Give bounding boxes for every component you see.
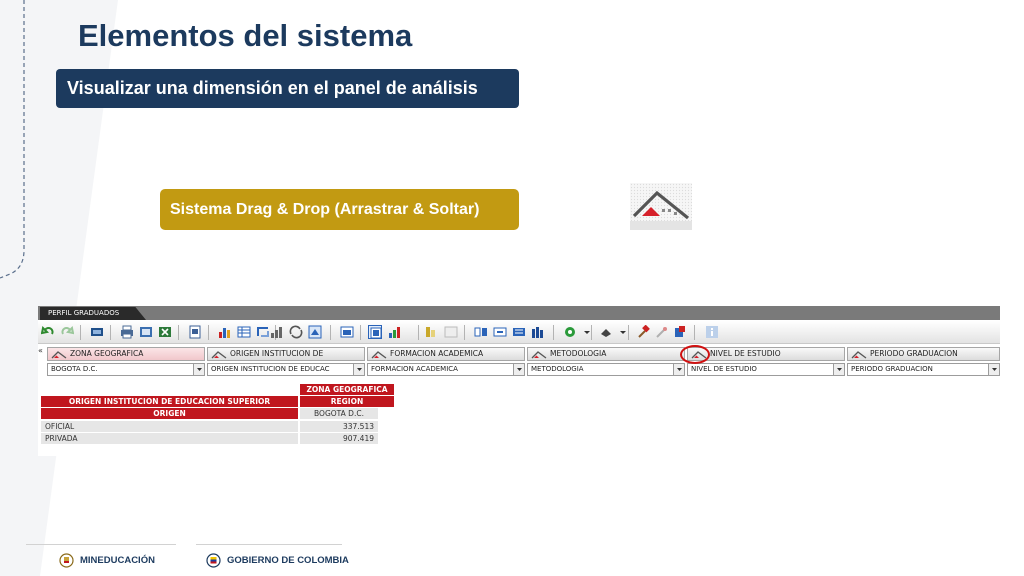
tag-icon[interactable] xyxy=(512,325,526,339)
chevron-down-icon[interactable] xyxy=(988,364,999,375)
select-value: PERIODO GRADUACION xyxy=(851,365,933,373)
info-icon[interactable] xyxy=(705,325,719,339)
chevron-down-icon[interactable] xyxy=(580,325,590,339)
chevron-down-icon[interactable] xyxy=(193,364,204,375)
drag-handle-icon[interactable] xyxy=(851,350,867,359)
dimension-header-label: ORIGEN INSTITUCION DE xyxy=(230,349,324,358)
drag-handle-icon xyxy=(630,183,692,230)
swap-axes-icon[interactable] xyxy=(256,325,270,339)
chevron-down-icon[interactable] xyxy=(616,325,626,339)
colombia-seal-icon xyxy=(59,552,74,568)
subtitle-banner: Visualizar una dimensión en el panel de … xyxy=(56,69,519,108)
select-value: METODOLOGIA xyxy=(531,365,584,373)
pin-icon[interactable] xyxy=(563,325,577,339)
footer-divider xyxy=(26,544,176,545)
app-tab-bar: PERFIL GRADUADOS xyxy=(38,306,1000,320)
table-cell-value: 337.513 xyxy=(300,421,378,432)
dimension-select-metodologia[interactable]: METODOLOGIA xyxy=(527,363,685,376)
row-member-label[interactable]: OFICIAL xyxy=(41,421,298,432)
dimension-select-origen-institucion[interactable]: ORIGEN INSTITUCION DE EDUCAC xyxy=(207,363,365,376)
row-level-header[interactable]: ORIGEN xyxy=(41,408,298,419)
dimension-header-nivel-de-estudio[interactable]: NIVEL DE ESTUDIO xyxy=(687,347,845,361)
chart-icon[interactable] xyxy=(218,325,232,339)
dimension-header-zona-geografica[interactable]: ZONA GEOGRAFICA xyxy=(47,347,205,361)
cube-icon[interactable] xyxy=(599,325,613,339)
select-value: NIVEL DE ESTUDIO xyxy=(691,365,757,373)
excel-icon[interactable] xyxy=(158,325,172,339)
hammer-icon[interactable] xyxy=(531,325,545,339)
row-member-label[interactable]: PRIVADA xyxy=(41,433,298,444)
wand-icon[interactable] xyxy=(654,325,668,339)
footer-logo-label: GOBIERNO DE COLOMBIA xyxy=(227,554,349,566)
database-icon[interactable] xyxy=(673,325,687,339)
display-icon[interactable] xyxy=(90,325,104,339)
dimension-bar: « ZONA GEOGRAFICA ORIGEN INSTITUCION DE … xyxy=(38,346,1000,362)
dimension-select-zona-geografica[interactable]: BOGOTA D.C. xyxy=(47,363,205,376)
dimension-header-formacion-academica[interactable]: FORMACION ACADEMICA xyxy=(367,347,525,361)
dimension-header-metodologia[interactable]: METODOLOGIA xyxy=(527,347,685,361)
row-dimension-header[interactable]: ORIGEN INSTITUCION DE EDUCACION SUPERIOR xyxy=(41,396,298,407)
drag-drop-banner: Sistema Drag & Drop (Arrastrar & Soltar) xyxy=(160,189,519,230)
drill-icon[interactable] xyxy=(425,325,439,339)
table-cell-value: 907.419 xyxy=(300,433,378,444)
hide-icon[interactable] xyxy=(474,325,488,339)
print-icon[interactable] xyxy=(120,325,134,339)
dimension-select-periodo-graduacion[interactable]: PERIODO GRADUACION xyxy=(847,363,1000,376)
table-icon[interactable] xyxy=(237,325,251,339)
select-value: BOGOTA D.C. xyxy=(51,365,98,373)
footer-divider xyxy=(196,544,342,545)
sort-icon[interactable] xyxy=(270,325,284,339)
collapse-panel-button[interactable]: « xyxy=(38,346,46,360)
dimension-select-formacion-academica[interactable]: FORMACION ACADEMICA xyxy=(367,363,525,376)
redo-icon[interactable] xyxy=(60,325,74,339)
drag-handle-icon[interactable] xyxy=(371,350,387,359)
dimension-header-label: FORMACION ACADEMICA xyxy=(390,349,484,358)
dimension-header-periodo-graduacion[interactable]: PERIODO GRADUACION xyxy=(847,347,1000,361)
select-value: FORMACION ACADEMICA xyxy=(371,365,458,373)
dimension-header-label: METODOLOGIA xyxy=(550,349,607,358)
gobierno-de-colombia-logo: GOBIERNO DE COLOMBIA xyxy=(206,551,349,569)
dimension-header-label: PERIODO GRADUACION xyxy=(870,349,958,358)
chevron-down-icon[interactable] xyxy=(833,364,844,375)
dimension-header-label: ZONA GEOGRAFICA xyxy=(70,349,144,358)
colombia-seal-icon xyxy=(206,552,221,568)
chevron-down-icon[interactable] xyxy=(353,364,364,375)
undo-icon[interactable] xyxy=(41,325,55,339)
dimension-select-nivel-de-estudio[interactable]: NIVEL DE ESTUDIO xyxy=(687,363,845,376)
drag-handle-icon[interactable] xyxy=(531,350,547,359)
pdf-icon[interactable] xyxy=(188,325,202,339)
dimension-header-label: NIVEL DE ESTUDIO xyxy=(710,349,781,358)
slide-title: Elementos del sistema xyxy=(78,18,413,53)
analysis-panel: PERFIL GRADUADOS « ZONA GEOGRAFICA ORIGE… xyxy=(38,306,1000,456)
refresh-icon[interactable] xyxy=(289,325,303,339)
column-level-header[interactable]: REGION xyxy=(300,396,394,407)
settings-icon[interactable] xyxy=(493,325,507,339)
footer-logo-label: MINEDUCACIÓN xyxy=(80,554,155,566)
export-icon[interactable] xyxy=(139,325,153,339)
drag-handle-icon[interactable] xyxy=(211,350,227,359)
bar-chart-icon[interactable] xyxy=(340,325,354,339)
view-icon[interactable] xyxy=(308,325,322,339)
tab-perfil-graduados[interactable]: PERFIL GRADUADOS xyxy=(40,307,146,320)
select-value: ORIGEN INSTITUCION DE EDUCAC xyxy=(211,365,330,373)
mineducacion-logo: MINEDUCACIÓN xyxy=(59,551,155,569)
pivot-icon[interactable] xyxy=(444,325,458,339)
chevron-down-icon[interactable] xyxy=(673,364,684,375)
drag-handle-icon[interactable] xyxy=(51,350,67,359)
layout-icon[interactable] xyxy=(388,325,402,339)
highlight-circle xyxy=(680,345,710,364)
filter-icon[interactable] xyxy=(368,325,382,339)
column-member-header[interactable]: BOGOTA D.C. xyxy=(300,408,378,419)
dimension-header-origen-institucion[interactable]: ORIGEN INSTITUCION DE xyxy=(207,347,365,361)
chevron-down-icon[interactable] xyxy=(513,364,524,375)
app-toolbar xyxy=(38,321,1000,344)
column-dimension-header[interactable]: ZONA GEOGRAFICA xyxy=(300,384,394,395)
hammer-red-icon[interactable] xyxy=(636,325,650,339)
